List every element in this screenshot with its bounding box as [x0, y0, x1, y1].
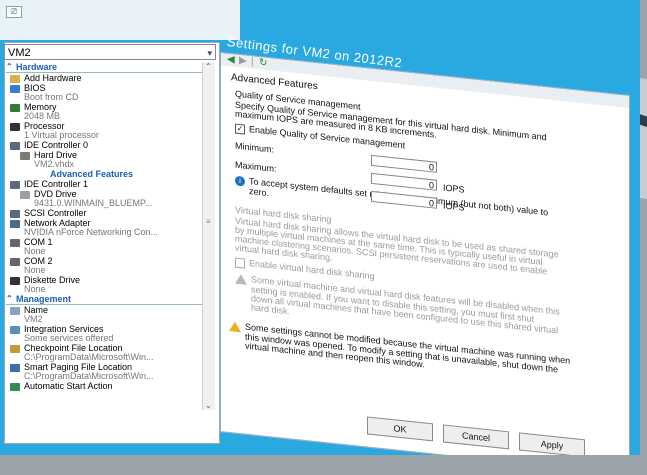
smart-paging-icon — [10, 363, 20, 372]
management-section-header[interactable]: ⌃ Management — [6, 294, 202, 305]
maximum-input[interactable]: 0 — [371, 172, 437, 191]
forward-icon[interactable]: ▶ — [239, 55, 247, 67]
ide-controller-icon — [10, 180, 20, 189]
tree-item-detail: None — [24, 246, 46, 256]
add-hardware-icon — [10, 74, 20, 83]
tree-item-detail: 2048 MB — [24, 111, 61, 121]
collapse-icon: ⌃ — [6, 294, 13, 303]
maximum-iops-unit: IOPS — [443, 182, 465, 195]
tree-item-label: Add Hardware — [24, 73, 82, 83]
scsi-controller-icon — [10, 209, 20, 218]
warning-icon — [229, 320, 241, 332]
tree-item-detail: Some services offered — [24, 333, 114, 343]
processor-icon — [10, 122, 20, 131]
hardware-section-header[interactable]: ⌃ Hardware — [6, 62, 202, 73]
scroll-down-icon[interactable]: ⌄ — [205, 401, 212, 410]
tree-item-detail: Boot from CD — [24, 92, 79, 102]
chevron-down-icon: ▾ — [207, 48, 212, 58]
tree-item-label: IDE Controller 1 — [24, 179, 89, 189]
minimum-input-alt[interactable]: 0 — [371, 190, 437, 209]
info-icon: i — [235, 175, 245, 187]
tree-item[interactable]: Add Hardware — [6, 73, 202, 83]
tree-item-detail: 1 Virtual processor — [24, 130, 99, 140]
tree-item-detail: 9431.0.WINMAIN_BLUEMP... — [34, 198, 153, 208]
com-port-icon — [10, 238, 20, 247]
tree-item-label: IDE Controller 0 — [24, 140, 89, 150]
details-panel-wrapper: ◀ ▶ | ↻ Advanced Features Quality of Ser… — [220, 52, 640, 455]
minimum-iops-unit: IOPS — [443, 200, 465, 213]
com-port-icon — [10, 257, 20, 266]
tree-item-detail: VM2.vhdx — [34, 159, 75, 169]
scroll-up-icon[interactable]: ⌃ — [205, 62, 212, 71]
defaults-note-2: zero. — [249, 186, 270, 199]
tree-item-detail: None — [24, 284, 46, 294]
maximum-label: Maximum: — [235, 159, 277, 174]
minimum-input[interactable]: 0 — [371, 154, 437, 173]
tree-item[interactable]: SCSI Controller — [6, 208, 202, 218]
cancel-button[interactable]: Cancel — [443, 424, 509, 450]
apply-button[interactable]: Apply — [519, 432, 585, 455]
tree-item-label: Advanced Features — [50, 169, 134, 179]
warning-icon — [235, 273, 247, 285]
bios-icon — [10, 84, 20, 93]
tree-scrollbar[interactable]: ⌃ ≡ ⌄ — [202, 62, 215, 410]
network-adapter-icon — [10, 219, 20, 228]
diskette-drive-icon — [10, 276, 20, 285]
tree-item-detail: NVIDIA nForce Networking Con... — [24, 227, 159, 237]
tree-item-detail: C:\ProgramData\Microsoft\Win... — [24, 371, 154, 381]
tree-item[interactable]: Automatic Start Action — [6, 381, 202, 391]
tree-item[interactable]: IDE Controller 1 — [6, 179, 202, 189]
dvd-drive-icon — [20, 190, 30, 199]
checkpoint-icon — [10, 344, 20, 353]
tree-item-detail: C:\ProgramData\Microsoft\Win... — [24, 352, 154, 362]
memory-icon — [10, 103, 20, 112]
settings-window: ⎚ Settings for VM2 on 2012R2 – □ ✕ VM2 ▾… — [0, 0, 640, 455]
details-panel: ◀ ▶ | ↻ Advanced Features Quality of Ser… — [220, 52, 630, 455]
ok-button[interactable]: OK — [367, 416, 433, 442]
settings-tree: ⌃ Hardware Add Hardware BIOS Boot from CD M… — [6, 62, 202, 410]
tree-item-label: SCSI Controller — [24, 208, 87, 218]
minimum-label: Minimum: — [235, 140, 275, 155]
toolbar-separator: | — [251, 56, 254, 68]
checkbox-checked-icon: ✓ — [235, 123, 245, 135]
tree-item[interactable]: Advanced Features — [6, 169, 202, 179]
tree-item-detail: VM2 — [24, 314, 43, 324]
ide-controller-icon — [10, 141, 20, 150]
tree-item-label: Automatic Start Action — [24, 381, 113, 391]
system-menu-icon[interactable]: ⎚ — [6, 6, 22, 18]
checkbox-unchecked-icon — [235, 257, 245, 269]
scroll-grip-icon[interactable]: ≡ — [206, 217, 211, 226]
tree-item[interactable]: IDE Controller 0 — [6, 140, 202, 150]
vm-selector-value: VM2 — [8, 47, 31, 59]
hard-drive-icon — [20, 151, 30, 160]
collapse-icon: ⌃ — [6, 62, 13, 71]
automatic-start-icon — [10, 382, 20, 391]
refresh-icon[interactable]: ↻ — [259, 57, 267, 69]
integration-services-icon — [10, 325, 20, 334]
tree-item-detail: None — [24, 265, 46, 275]
vm-selector[interactable]: VM2 ▾ — [4, 44, 216, 60]
back-icon[interactable]: ◀ — [227, 54, 235, 66]
name-icon — [10, 306, 20, 315]
window-frame-top — [0, 0, 240, 40]
